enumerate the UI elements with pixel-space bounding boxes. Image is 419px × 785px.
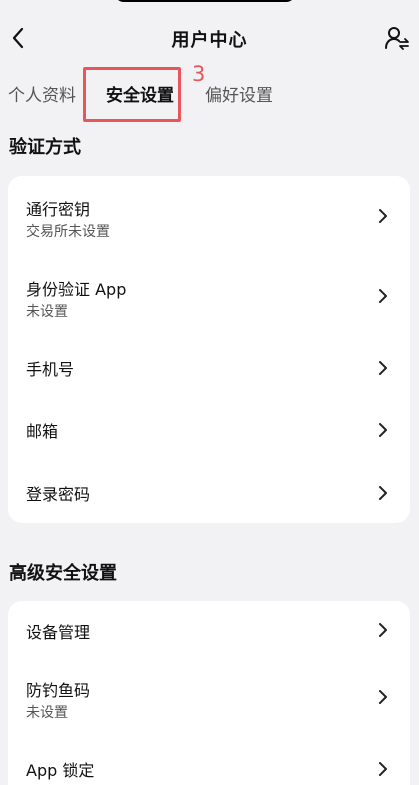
row-phone[interactable]: 手机号 [8, 348, 410, 388]
annotation-highlight-box [83, 67, 181, 122]
user-switch-button[interactable] [383, 24, 411, 52]
row-label: 设备管理 [26, 623, 91, 642]
page-title: 用户中心 [171, 30, 248, 51]
status-notch [114, 0, 296, 2]
tab-profile[interactable]: 个人资料 [8, 80, 76, 112]
tab-bar: 个人资料 安全设置 偏好设置 [0, 80, 419, 116]
tab-preferences[interactable]: 偏好设置 [205, 80, 273, 112]
chevron-right-icon [379, 623, 387, 637]
chevron-right-icon [379, 762, 387, 776]
row-anti-phishing-code[interactable]: 防钓鱼码 未设置 [8, 671, 410, 731]
row-email[interactable]: 邮箱 [8, 410, 410, 450]
row-sublabel: 未设置 [26, 304, 68, 320]
row-label: 邮箱 [26, 422, 59, 441]
row-label: App 锁定 [26, 761, 95, 780]
row-label: 登录密码 [26, 485, 91, 504]
row-sublabel: 未设置 [26, 705, 68, 721]
advanced-security-card: 设备管理 防钓鱼码 未设置 App 锁定 [8, 601, 410, 785]
row-sublabel: 交易所未设置 [26, 224, 110, 240]
chevron-right-icon [379, 289, 387, 303]
section-title-advanced-security: 高级安全设置 [9, 563, 117, 584]
chevron-right-icon [379, 423, 387, 437]
row-device-management[interactable]: 设备管理 [8, 611, 410, 651]
row-login-password[interactable]: 登录密码 [8, 473, 410, 513]
row-app-lock[interactable]: App 锁定 [8, 751, 410, 785]
user-switch-icon [385, 27, 409, 50]
row-label: 通行密钥 [26, 200, 91, 219]
row-passkey[interactable]: 通行密钥 交易所未设置 [8, 190, 410, 250]
chevron-right-icon [379, 486, 387, 500]
chevron-right-icon [379, 361, 387, 375]
annotation-number: 3 [192, 62, 206, 86]
row-authenticator-app[interactable]: 身份验证 App 未设置 [8, 270, 410, 330]
header: 用户中心 [0, 18, 419, 58]
chevron-right-icon [379, 690, 387, 704]
verification-card: 通行密钥 交易所未设置 身份验证 App 未设置 手机号 邮箱 登录密码 [8, 176, 410, 523]
row-label: 手机号 [26, 360, 75, 379]
chevron-right-icon [379, 209, 387, 223]
section-title-verification: 验证方式 [9, 137, 81, 158]
row-label: 防钓鱼码 [26, 681, 91, 700]
row-label: 身份验证 App [26, 280, 127, 299]
